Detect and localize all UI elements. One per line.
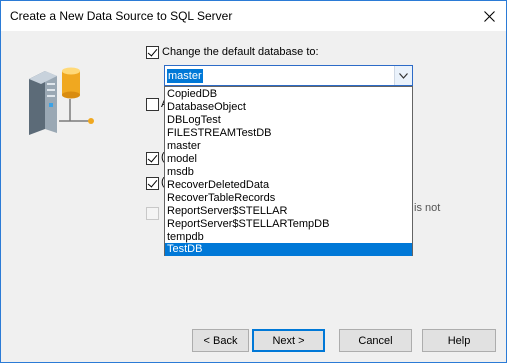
back-button[interactable]: < Back	[192, 329, 249, 352]
option-checkbox-disabled[interactable]	[146, 207, 159, 220]
close-button[interactable]	[472, 1, 506, 31]
dropdown-item[interactable]: RecoverDeletedData	[165, 179, 412, 192]
dropdown-item-selected[interactable]: TestDB	[165, 243, 412, 256]
option-checkbox-c1[interactable]	[146, 152, 159, 165]
option-label-not-fragment: is not	[414, 202, 441, 214]
change-default-db-label: Change the default database to:	[162, 46, 319, 58]
help-button[interactable]: Help	[422, 329, 496, 352]
database-dropdown-list[interactable]: CopiedDB DatabaseObject DBLogTest FILEST…	[164, 86, 413, 256]
server-datasource-icon	[23, 59, 103, 137]
title-bar: Create a New Data Source to SQL Server	[1, 1, 506, 31]
dropdown-item[interactable]: ReportServer$STELLAR	[165, 205, 412, 218]
dropdown-item[interactable]: ReportServer$STELLARTempDB	[165, 218, 412, 231]
close-icon	[483, 10, 495, 22]
change-default-db-checkbox[interactable]	[146, 46, 159, 59]
window-title: Create a New Data Source to SQL Server	[10, 9, 233, 23]
dropdown-item[interactable]: DatabaseObject	[165, 101, 412, 114]
cancel-button[interactable]: Cancel	[339, 329, 412, 352]
option-checkbox-c2[interactable]	[146, 177, 159, 190]
dropdown-item[interactable]: FILESTREAMTestDB	[165, 127, 412, 140]
dropdown-item[interactable]: RecoverTableRecords	[165, 192, 412, 205]
default-database-combobox[interactable]: master	[164, 65, 413, 86]
combobox-value: master	[167, 69, 203, 83]
dialog-window: Create a New Data Source to SQL Server C…	[0, 0, 507, 363]
combobox-dropdown-button[interactable]	[394, 66, 412, 85]
dropdown-item[interactable]: DBLogTest	[165, 114, 412, 127]
dropdown-item[interactable]: CopiedDB	[165, 88, 412, 101]
chevron-down-icon	[399, 72, 408, 79]
option-checkbox-a[interactable]	[146, 98, 159, 111]
dropdown-item[interactable]: master	[165, 140, 412, 153]
next-button[interactable]: Next >	[252, 329, 325, 352]
dropdown-item[interactable]: msdb	[165, 166, 412, 179]
dropdown-item[interactable]: model	[165, 153, 412, 166]
